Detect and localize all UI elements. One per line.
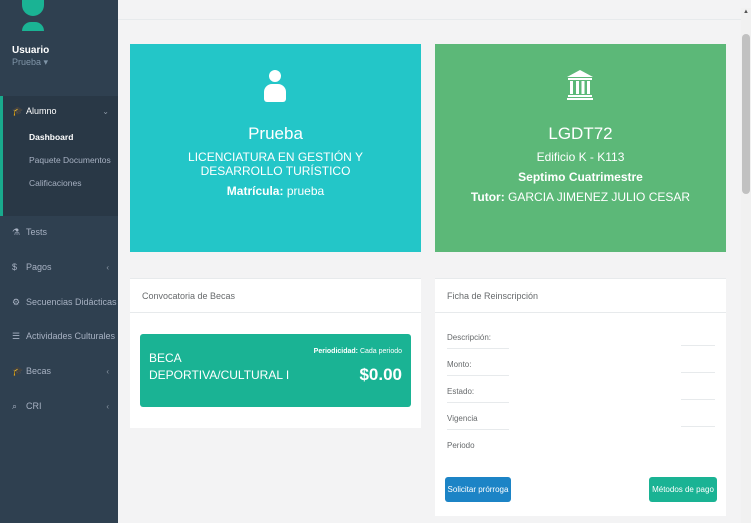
sidebar-item-actividades[interactable]: ☰ Actividades Culturales (0, 326, 118, 346)
beca-amount: $0.00 (359, 365, 402, 384)
sidebar: Usuario Prueba ▾ 🎓 Alumno ⌄ Dashboard Pa… (0, 0, 118, 523)
chevron-left-icon: ‹ (106, 401, 109, 411)
ficha-row-descripcion: Descripción: (447, 331, 715, 351)
panel-title: Convocatoria de Becas (130, 279, 421, 313)
sidebar-item-label: Alumno (26, 106, 57, 116)
sidebar-item-label: Pagos (26, 262, 52, 272)
sidebar-item-becas[interactable]: 🎓 Becas ‹ (0, 361, 118, 381)
dollar-icon: $ (12, 262, 18, 272)
student-card: Prueba LICENCIATURA EN GESTIÓN Y DESARRO… (130, 44, 421, 252)
student-name: Prueba (248, 124, 303, 143)
ficha-row-monto: Monto: (447, 358, 715, 378)
becas-panel: Convocatoria de Becas BECA DEPORTIVA/CUL… (130, 278, 421, 428)
group-code: LGDT72 (548, 124, 613, 143)
sidebar-item-label: Becas (26, 366, 52, 376)
sidebar-section-alumno: 🎓 Alumno ⌄ Dashboard Paquete Documentos … (0, 96, 118, 216)
sidebar-item-label: CRI (26, 401, 42, 411)
sidebar-item-secuencias[interactable]: ⚙ Secuencias Didácticas (0, 292, 118, 312)
sidebar-subitem-calificaciones[interactable]: Calificaciones (3, 172, 118, 195)
gears-icon: ⚙ (12, 296, 21, 307)
group-card: LGDT72 Edificio K - K113 Septimo Cuatrim… (435, 44, 726, 252)
group-tutor: Tutor: GARCIA JIMENEZ JULIO CESAR (470, 190, 691, 204)
sidebar-subitem-paquete-documentos[interactable]: Paquete Documentos (3, 149, 118, 172)
search-icon: ⌕ (12, 400, 18, 411)
user-profile: Usuario Prueba ▾ (0, 0, 118, 92)
group-building: Edificio K - K113 (536, 150, 625, 164)
sidebar-item-label: Actividades Culturales (26, 331, 116, 341)
beca-name: BECA DEPORTIVA/CULTURAL I (149, 351, 290, 382)
sidebar-item-pagos[interactable]: $ Pagos ‹ (0, 257, 118, 277)
ficha-row-periodo: Periodo (447, 441, 475, 450)
metodos-de-pago-button[interactable]: Métodos de pago (649, 477, 717, 502)
user-icon (264, 70, 286, 102)
institution-icon (567, 70, 593, 100)
sidebar-item-alumno[interactable]: 🎓 Alumno ⌄ (3, 96, 118, 126)
avatar (22, 0, 44, 31)
flask-icon: ⚗ (12, 226, 21, 237)
scrollbar-thumb[interactable] (742, 34, 750, 194)
chevron-left-icon: ‹ (106, 366, 109, 376)
student-matricula: Matrícula: prueba (226, 184, 325, 198)
solicitar-prorroga-button[interactable]: Solicitar prórroga (445, 477, 511, 502)
panel-title: Ficha de Reinscripción (435, 279, 726, 313)
ficha-row-vigencia: Vigencia (447, 412, 715, 432)
beca-card[interactable]: BECA DEPORTIVA/CULTURAL I Periodicidad: … (140, 334, 411, 407)
sidebar-item-cri[interactable]: ⌕ CRI ‹ (0, 396, 118, 416)
list-icon: ☰ (12, 330, 21, 341)
graduation-cap-icon: 🎓 (12, 365, 24, 376)
ficha-row-estado: Estado: (447, 385, 715, 405)
user-role-dropdown[interactable]: Prueba ▾ (12, 57, 48, 68)
top-navbar (118, 0, 751, 20)
chevron-left-icon: ‹ (106, 262, 109, 272)
graduation-cap-icon: 🎓 (12, 105, 24, 116)
scroll-up-arrow-icon[interactable]: ▲ (742, 8, 750, 16)
beca-periodicidad: Periodicidad: Cada periodo (313, 348, 402, 355)
sidebar-item-tests[interactable]: ⚗ Tests (0, 222, 118, 242)
student-program: LICENCIATURA EN GESTIÓN Y DESARROLLO TUR… (188, 150, 363, 178)
group-term: Septimo Cuatrimestre (518, 170, 643, 184)
sidebar-item-label: Tests (26, 227, 48, 237)
sidebar-item-label: Secuencias Didácticas (26, 297, 117, 307)
scrollbar[interactable] (741, 8, 751, 523)
user-name: Usuario (12, 45, 50, 56)
sidebar-subitem-dashboard[interactable]: Dashboard (3, 126, 118, 149)
ficha-reinscripcion-panel: Ficha de Reinscripción Descripción: Mont… (435, 278, 726, 516)
chevron-down-icon: ⌄ (102, 106, 109, 116)
